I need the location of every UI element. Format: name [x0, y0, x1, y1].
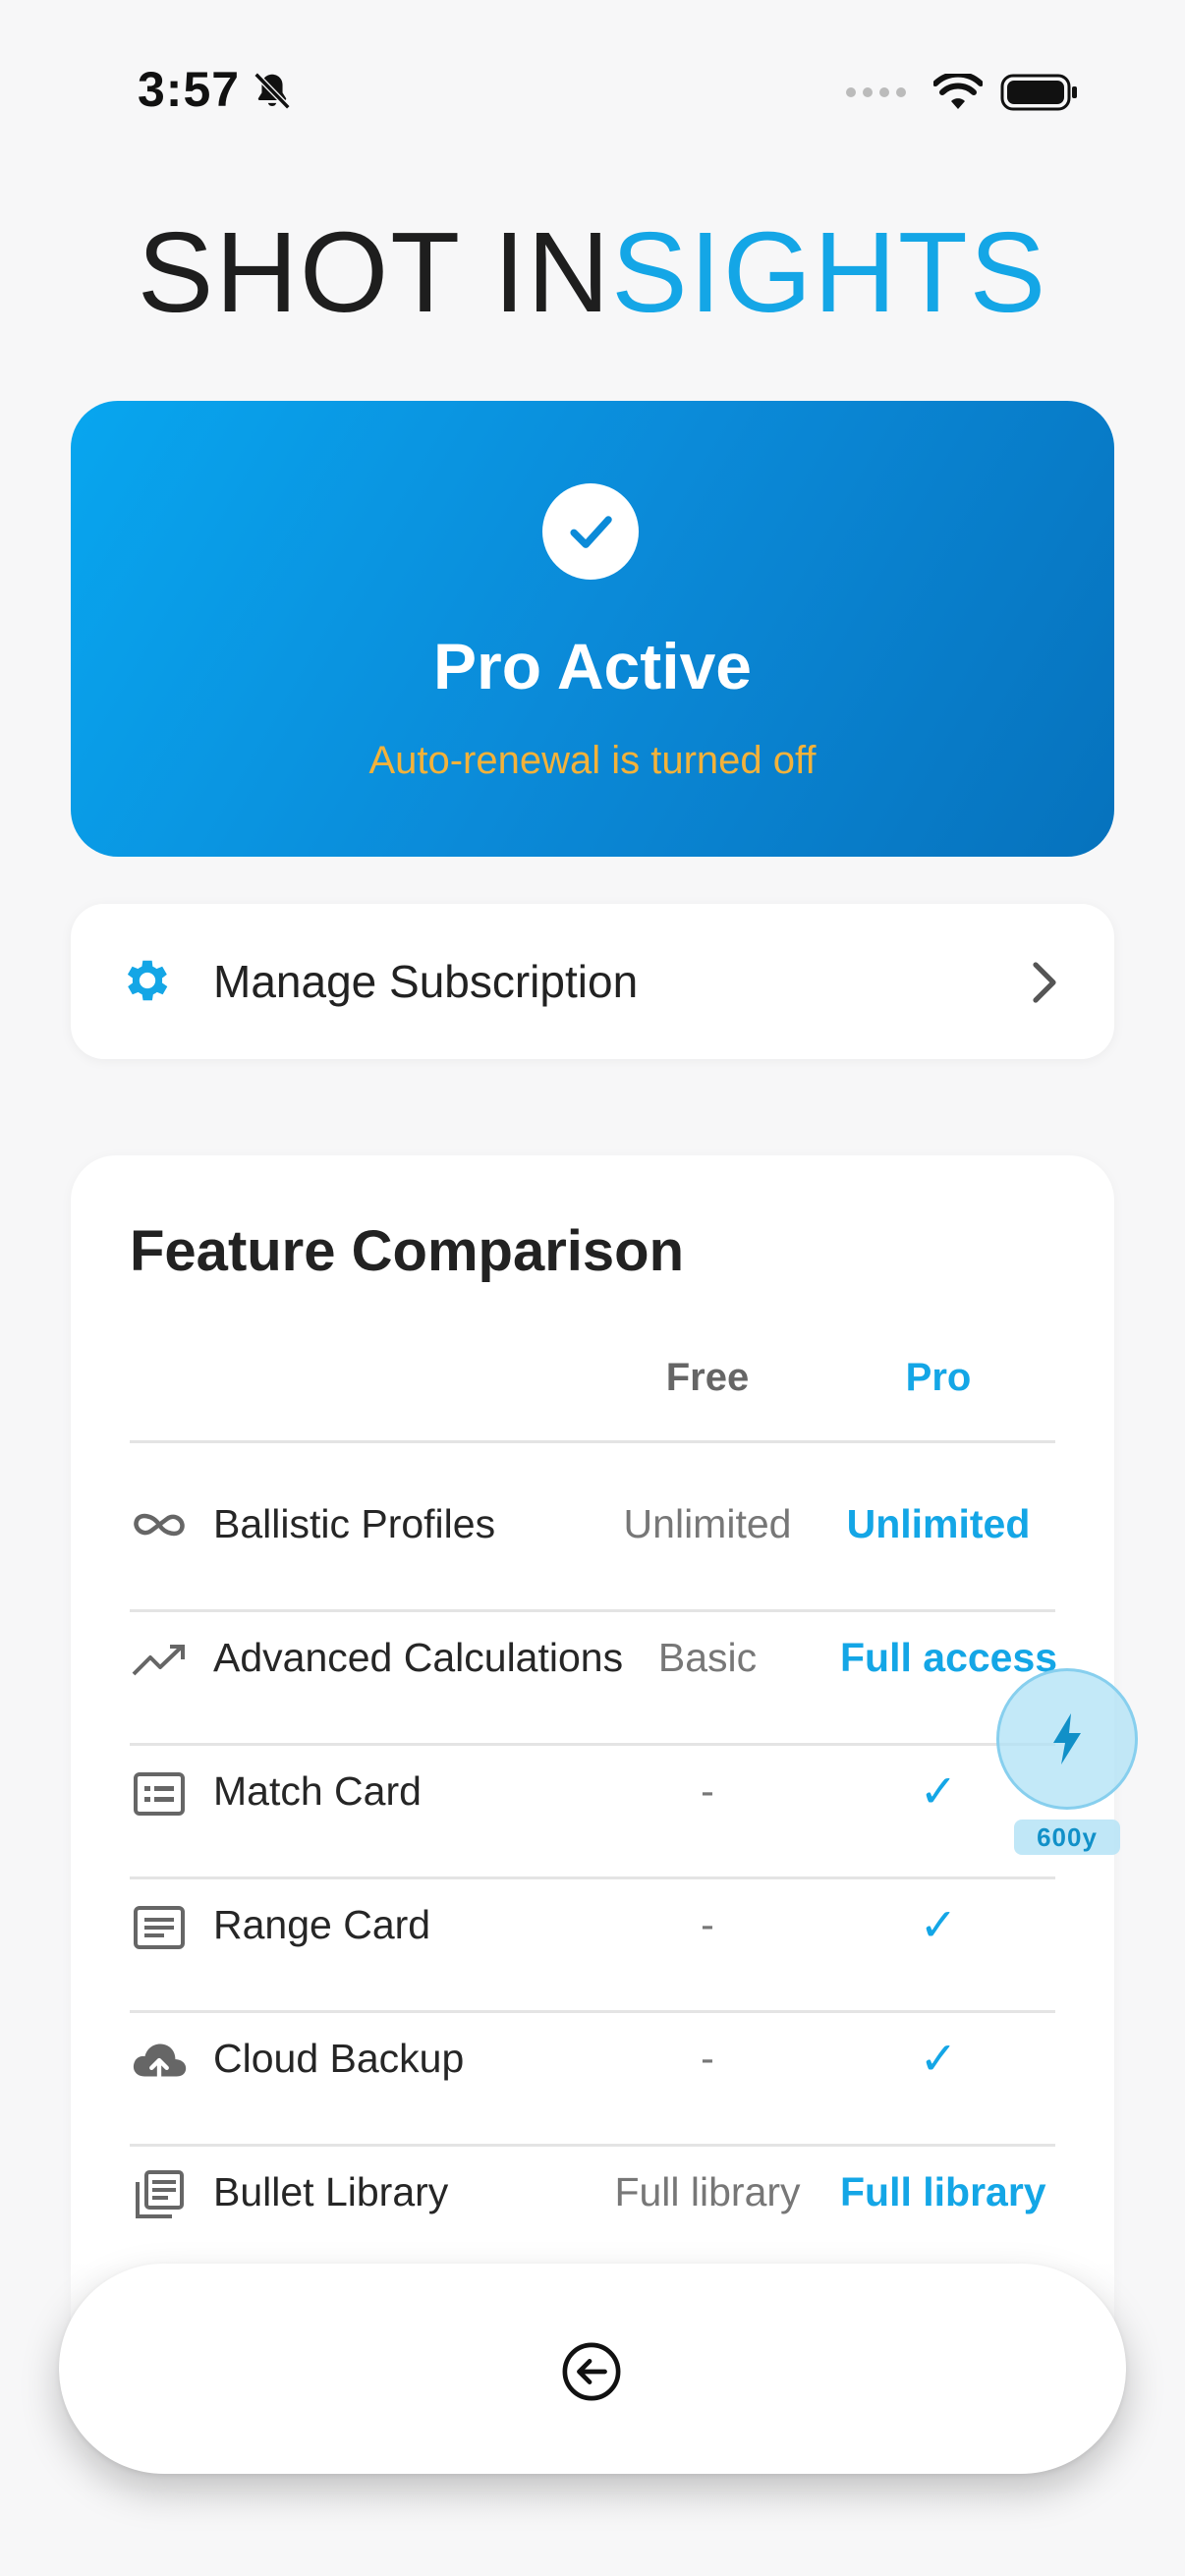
auto-renewal-status: Auto-renewal is turned off	[368, 739, 817, 782]
cloud-upload-icon	[130, 2032, 189, 2091]
column-header-pro: Pro	[905, 1356, 972, 1399]
bell-off-icon	[254, 72, 291, 110]
free-value: -	[701, 2036, 714, 2081]
library-icon	[130, 2165, 189, 2224]
feature-name: Bullet Library	[213, 2169, 449, 2214]
screen: 3:57 SHOT INSIGHTS Pro Active Auto-renew…	[0, 0, 1185, 2576]
range-badge: 600y	[1014, 1820, 1120, 1855]
free-value: -	[701, 1902, 714, 1947]
feature-name: Match Card	[213, 1768, 422, 1814]
quick-action-button[interactable]	[996, 1668, 1138, 1810]
feature-row: Ballistic Profiles Unlimited Unlimited	[130, 1482, 1055, 1609]
free-value: Unlimited	[623, 1501, 792, 1546]
pro-value: ✓	[919, 1899, 958, 1950]
row-divider	[130, 2144, 1055, 2147]
row-divider	[130, 1876, 1055, 1879]
pro-status-title: Pro Active	[432, 630, 752, 702]
free-value: Basic	[657, 1635, 758, 1680]
status-bar: 3:57	[0, 61, 1185, 130]
pro-value: Full library	[840, 2169, 1046, 2214]
app-brand-title: SHOT INSIGHTS	[0, 206, 1185, 338]
feature-comparison-title: Feature Comparison	[130, 1219, 684, 1283]
row-divider	[130, 1609, 1055, 1612]
feature-row: Advanced Calculations Basic Full access	[130, 1615, 1058, 1743]
manage-subscription-button[interactable]: Manage Subscription	[71, 904, 1114, 1059]
feature-row: Bullet Library Full library Full library	[130, 2150, 1055, 2277]
status-time: 3:57	[138, 62, 241, 117]
infinity-icon	[130, 1495, 189, 1554]
free-value: Full library	[614, 2169, 801, 2214]
row-divider	[130, 2010, 1055, 2013]
pro-value: ✓	[919, 2033, 958, 2084]
status-indicators	[846, 73, 1079, 112]
signal-dots-icon	[846, 87, 906, 97]
feature-name: Cloud Backup	[213, 2036, 465, 2081]
feature-name: Advanced Calculations	[213, 1635, 624, 1680]
lightning-icon	[1053, 1713, 1081, 1764]
brand-title-part2: SIGHTS	[611, 208, 1048, 336]
wifi-icon	[933, 74, 983, 109]
feature-name: Ballistic Profiles	[213, 1501, 496, 1546]
feature-row: Match Card - ✓	[130, 1749, 1055, 1876]
free-value: -	[701, 1768, 714, 1814]
manage-subscription-label: Manage Subscription	[213, 956, 639, 1007]
header-divider	[130, 1440, 1055, 1443]
back-arrow-circle-icon	[562, 2342, 621, 2401]
column-header-free: Free	[665, 1356, 750, 1399]
chevron-right-icon	[1033, 962, 1056, 1003]
pro-value: Full access	[840, 1635, 1058, 1680]
feature-name: Range Card	[213, 1902, 431, 1947]
checkmark-icon	[542, 483, 639, 580]
battery-icon	[1000, 74, 1077, 111]
back-button[interactable]	[560, 2340, 623, 2403]
pro-value: Unlimited	[846, 1501, 1031, 1546]
trending-up-icon	[130, 1631, 189, 1690]
brand-title-part1: SHOT IN	[137, 208, 612, 336]
range-card-icon	[130, 1898, 189, 1957]
gear-icon	[127, 960, 168, 1001]
feature-row: Range Card - ✓	[130, 1882, 1055, 2010]
feature-row: Cloud Backup - ✓	[130, 2016, 1055, 2144]
row-divider	[130, 1743, 1055, 1746]
match-card-icon	[130, 1764, 189, 1823]
